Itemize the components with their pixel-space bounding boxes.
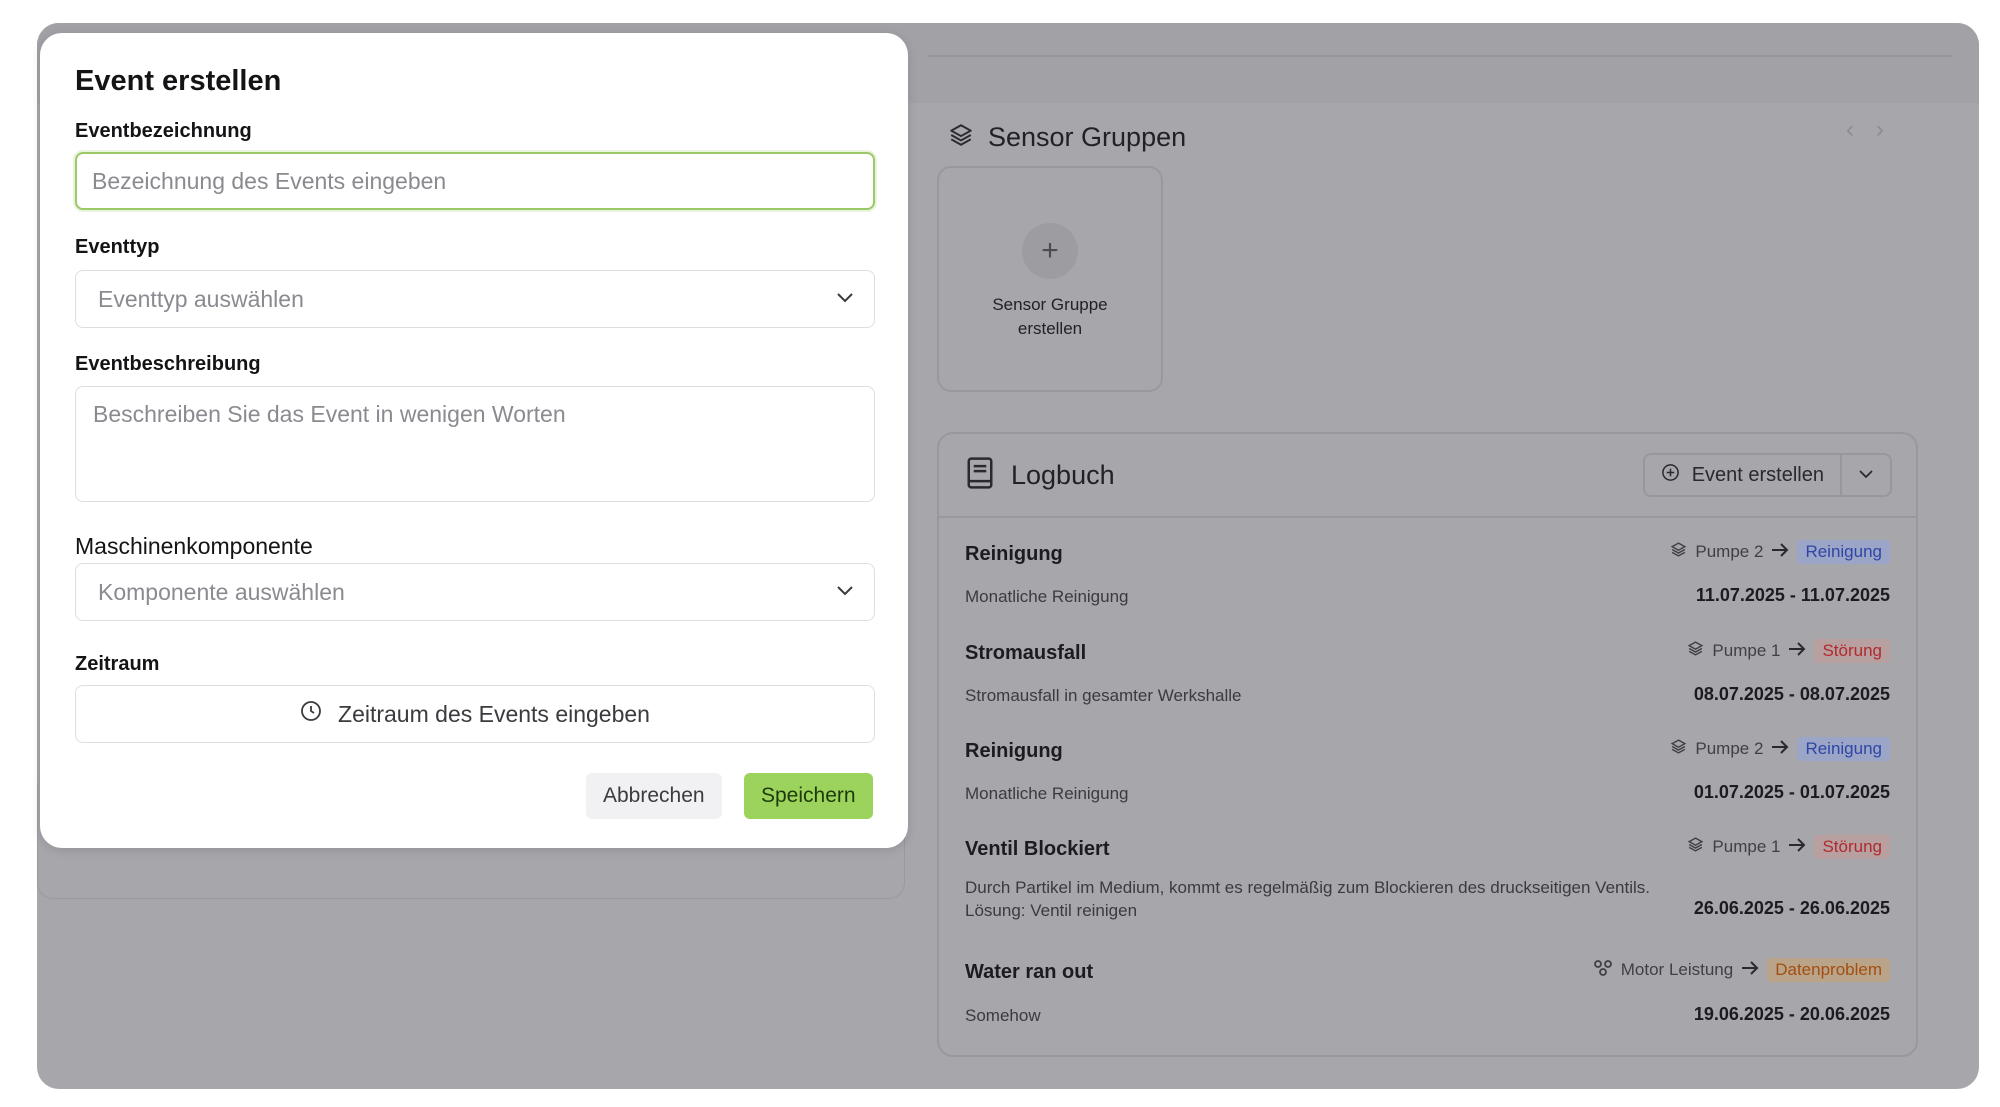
arrow-right-icon xyxy=(1741,960,1759,980)
event-description-label: Eventbeschreibung xyxy=(75,353,261,375)
entry-description: Monatliche Reinigung xyxy=(965,784,1129,803)
logbook-header: Logbuch Event erstellen xyxy=(939,434,1916,518)
entry-type-badge: Reinigung xyxy=(1797,540,1890,564)
entry-meta: Motor Leistung Datenproblem xyxy=(1593,958,1890,982)
entry-title: Stromausfall xyxy=(965,642,1087,664)
create-event-label: Event erstellen xyxy=(1691,463,1824,486)
logbook-panel: Logbuch Event erstellen Reinigung Pumpe … xyxy=(937,432,1918,1057)
chevron-left-icon[interactable]: ‹ xyxy=(1846,116,1854,144)
entry-title: Reinigung xyxy=(965,543,1063,565)
dialog-title: Event erstellen xyxy=(75,65,282,97)
entry-date-range: 01.07.2025 - 01.07.2025 xyxy=(1693,782,1890,802)
entry-type-badge: Datenproblem xyxy=(1767,958,1890,982)
entry-type-badge: Reinigung xyxy=(1797,737,1890,761)
entry-title: Ventil Blockiert xyxy=(965,838,1110,860)
arrow-right-icon xyxy=(1788,837,1806,857)
component-placeholder: Komponente auswählen xyxy=(98,578,345,605)
save-button[interactable]: Speichern xyxy=(744,773,873,819)
layers-icon xyxy=(1687,640,1704,662)
clock-icon xyxy=(300,700,322,728)
chevron-down-icon xyxy=(836,583,854,601)
layers-icon xyxy=(1687,836,1704,858)
event-type-label: Eventtyp xyxy=(75,236,160,258)
layers-icon xyxy=(1670,541,1687,563)
entry-component: Pumpe 2 xyxy=(1695,739,1764,758)
entry-date-range: 08.07.2025 - 08.07.2025 xyxy=(1693,684,1890,704)
period-picker-button[interactable]: Zeitraum des Events eingeben xyxy=(75,685,875,743)
create-event-button-group: Event erstellen xyxy=(1642,453,1892,497)
layers-icon xyxy=(948,122,974,153)
nodes-icon xyxy=(1593,959,1613,982)
entry-date-range: 11.07.2025 - 11.07.2025 xyxy=(1695,585,1890,605)
arrow-right-icon xyxy=(1771,542,1789,562)
chevron-down-icon xyxy=(1858,466,1874,484)
create-event-button[interactable]: Event erstellen xyxy=(1645,455,1842,495)
plus-icon: + xyxy=(1022,223,1078,279)
event-name-input[interactable] xyxy=(75,152,875,210)
machine-component-label: Maschinenkomponente xyxy=(75,533,313,559)
logbook-title: Logbuch xyxy=(1011,460,1115,490)
entry-meta: Pumpe 1 Störung xyxy=(1687,639,1890,663)
event-type-select[interactable]: Eventtyp auswählen xyxy=(75,270,875,328)
entry-component: Pumpe 2 xyxy=(1695,542,1764,561)
event-type-placeholder: Eventtyp auswählen xyxy=(98,285,304,312)
arrow-right-icon xyxy=(1788,641,1806,661)
create-sensor-group-card[interactable]: + Sensor Gruppe erstellen xyxy=(937,166,1163,392)
book-icon xyxy=(965,456,995,495)
plus-circle-icon xyxy=(1661,463,1680,488)
sensor-groups-title: Sensor Gruppen xyxy=(988,121,1187,152)
logbook-title-group: Logbuch xyxy=(965,456,1115,495)
entry-description: Stromausfall in gesamter Werkshalle xyxy=(965,686,1242,705)
entry-meta: Pumpe 2 Reinigung xyxy=(1670,540,1890,564)
entry-description: Somehow xyxy=(965,1006,1041,1025)
event-name-label: Eventbezeichnung xyxy=(75,120,252,142)
entry-component: Pumpe 1 xyxy=(1712,641,1781,660)
entry-date-range: 19.06.2025 - 20.06.2025 xyxy=(1693,1004,1890,1024)
create-event-dropdown[interactable] xyxy=(1842,455,1890,495)
chevron-right-icon[interactable]: › xyxy=(1876,116,1884,144)
machine-component-select[interactable]: Komponente auswählen xyxy=(75,563,875,621)
layers-icon xyxy=(1670,738,1687,760)
entry-meta: Pumpe 2 Reinigung xyxy=(1670,737,1890,761)
chevron-down-icon xyxy=(836,290,854,308)
divider xyxy=(927,55,1952,57)
entry-description: Monatliche Reinigung xyxy=(965,587,1129,606)
entry-title: Reinigung xyxy=(965,740,1063,762)
create-sensor-group-label: Sensor Gruppe erstellen xyxy=(992,295,1108,338)
entry-component: Motor Leistung xyxy=(1620,960,1734,979)
entry-meta: Pumpe 1 Störung xyxy=(1687,835,1890,859)
entry-type-badge: Störung xyxy=(1814,639,1890,663)
entry-description: Durch Partikel im Medium, kommt es regel… xyxy=(965,878,1650,920)
arrow-right-icon xyxy=(1771,739,1789,759)
sensor-groups-pager: ‹ › xyxy=(1846,116,1884,144)
event-description-textarea[interactable] xyxy=(75,386,875,502)
cancel-button[interactable]: Abbrechen xyxy=(586,773,722,819)
period-label: Zeitraum xyxy=(75,653,160,675)
entry-date-range: 26.06.2025 - 26.06.2025 xyxy=(1693,898,1890,918)
create-event-dialog: Event erstellen Eventbezeichnung Eventty… xyxy=(40,33,908,848)
entry-component: Pumpe 1 xyxy=(1712,837,1781,856)
sensor-groups-header: Sensor Gruppen xyxy=(948,117,1186,157)
entry-type-badge: Störung xyxy=(1814,835,1890,859)
period-placeholder: Zeitraum des Events eingeben xyxy=(338,700,650,727)
entry-title: Water ran out xyxy=(965,961,1094,983)
